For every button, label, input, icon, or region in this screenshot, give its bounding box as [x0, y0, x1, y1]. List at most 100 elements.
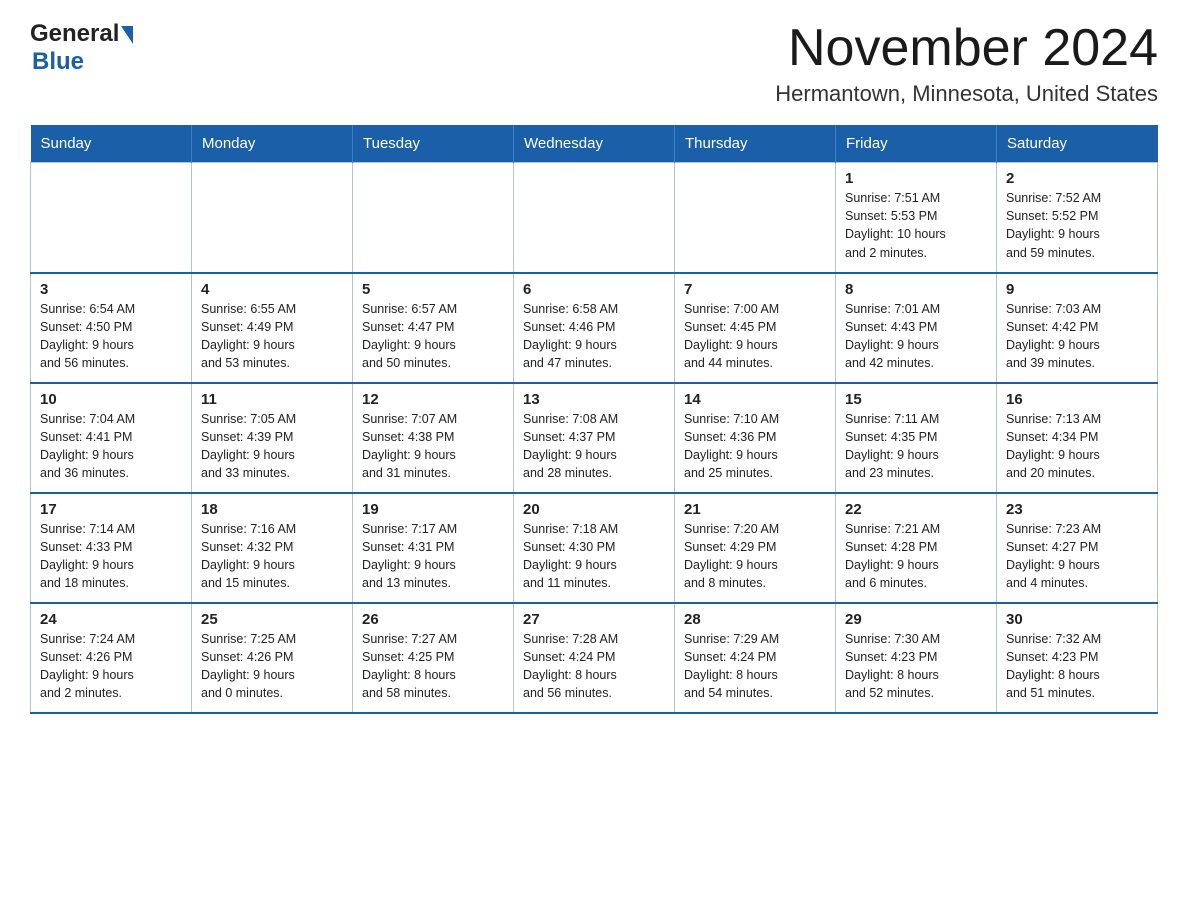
calendar-cell: 26 Sunrise: 7:27 AM Sunset: 4:25 PM Dayli… [353, 603, 514, 713]
day-info: Sunrise: 7:05 AM Sunset: 4:39 PM Dayligh… [201, 410, 343, 483]
title-area: November 2024 Hermantown, Minnesota, Uni… [775, 20, 1158, 107]
day-info: Sunrise: 7:29 AM Sunset: 4:24 PM Dayligh… [684, 630, 826, 703]
day-info: Sunrise: 7:04 AM Sunset: 4:41 PM Dayligh… [40, 410, 182, 483]
calendar-cell: 4 Sunrise: 6:55 AM Sunset: 4:49 PM Daylig… [192, 273, 353, 383]
calendar-cell: 12Sunrise: 7:07 AM Sunset: 4:38 PM Dayli… [353, 383, 514, 493]
day-number: 20 [523, 501, 665, 518]
day-number: 19 [362, 501, 504, 518]
day-info: Sunrise: 7:28 AM Sunset: 4:24 PM Dayligh… [523, 630, 665, 703]
day-info: Sunrise: 7:03 AM Sunset: 4:42 PM Dayligh… [1006, 300, 1148, 373]
day-number: 14 [684, 391, 826, 408]
calendar-cell: 29Sunrise: 7:30 AM Sunset: 4:23 PM Dayli… [836, 603, 997, 713]
day-number: 1 [845, 170, 987, 187]
day-number: 13 [523, 391, 665, 408]
day-number: 11 [201, 391, 343, 408]
day-info: Sunrise: 7:32 AM Sunset: 4:23 PM Dayligh… [1006, 630, 1148, 703]
day-info: Sunrise: 7:20 AM Sunset: 4:29 PM Dayligh… [684, 520, 826, 593]
day-info: Sunrise: 7:17 AM Sunset: 4:31 PM Dayligh… [362, 520, 504, 593]
month-title: November 2024 [775, 20, 1158, 77]
logo: General Blue [30, 20, 133, 76]
day-number: 23 [1006, 501, 1148, 518]
calendar-cell: 25Sunrise: 7:25 AM Sunset: 4:26 PM Dayli… [192, 603, 353, 713]
day-number: 8 [845, 281, 987, 298]
day-number: 5 [362, 281, 504, 298]
day-number: 21 [684, 501, 826, 518]
calendar-cell: 30 Sunrise: 7:32 AM Sunset: 4:23 PM Dayli… [997, 603, 1158, 713]
day-header-friday: Friday [836, 125, 997, 163]
day-header-sunday: Sunday [31, 125, 192, 163]
calendar-cell: 28 Sunrise: 7:29 AM Sunset: 4:24 PM Dayli… [675, 603, 836, 713]
day-info: Sunrise: 6:54 AM Sunset: 4:50 PM Dayligh… [40, 300, 182, 373]
day-number: 3 [40, 281, 182, 298]
day-number: 15 [845, 391, 987, 408]
day-info: Sunrise: 7:24 AM Sunset: 4:26 PM Dayligh… [40, 630, 182, 703]
calendar-cell: 20Sunrise: 7:18 AM Sunset: 4:30 PM Dayli… [514, 493, 675, 603]
calendar-cell: 7 Sunrise: 7:00 AM Sunset: 4:45 PM Daylig… [675, 273, 836, 383]
calendar-week-row: 24 Sunrise: 7:24 AM Sunset: 4:26 PM Dayli… [31, 603, 1158, 713]
calendar-cell: 5 Sunrise: 6:57 AM Sunset: 4:47 PM Daylig… [353, 273, 514, 383]
day-number: 6 [523, 281, 665, 298]
logo-blue-text: Blue [32, 48, 84, 75]
calendar-cell: 16 Sunrise: 7:13 AM Sunset: 4:34 PM Dayli… [997, 383, 1158, 493]
day-number: 29 [845, 611, 987, 628]
calendar-cell: 2 Sunrise: 7:52 AM Sunset: 5:52 PM Daylig… [997, 163, 1158, 273]
logo-general-text: General [30, 20, 119, 48]
calendar-cell: 10 Sunrise: 7:04 AM Sunset: 4:41 PM Dayli… [31, 383, 192, 493]
day-number: 18 [201, 501, 343, 518]
day-info: Sunrise: 7:00 AM Sunset: 4:45 PM Dayligh… [684, 300, 826, 373]
calendar-week-row: 10 Sunrise: 7:04 AM Sunset: 4:41 PM Dayli… [31, 383, 1158, 493]
day-info: Sunrise: 7:14 AM Sunset: 4:33 PM Dayligh… [40, 520, 182, 593]
day-number: 25 [201, 611, 343, 628]
day-info: Sunrise: 7:13 AM Sunset: 4:34 PM Dayligh… [1006, 410, 1148, 483]
day-info: Sunrise: 6:57 AM Sunset: 4:47 PM Dayligh… [362, 300, 504, 373]
calendar-cell [31, 163, 192, 273]
calendar-cell: 23Sunrise: 7:23 AM Sunset: 4:27 PM Dayli… [997, 493, 1158, 603]
day-number: 10 [40, 391, 182, 408]
day-number: 12 [362, 391, 504, 408]
calendar-cell: 21 Sunrise: 7:20 AM Sunset: 4:29 PM Dayli… [675, 493, 836, 603]
day-info: Sunrise: 7:01 AM Sunset: 4:43 PM Dayligh… [845, 300, 987, 373]
calendar-cell [514, 163, 675, 273]
calendar-cell: 11 Sunrise: 7:05 AM Sunset: 4:39 PM Dayli… [192, 383, 353, 493]
calendar-cell: 13 Sunrise: 7:08 AM Sunset: 4:37 PM Dayli… [514, 383, 675, 493]
day-info: Sunrise: 7:11 AM Sunset: 4:35 PM Dayligh… [845, 410, 987, 483]
day-header-monday: Monday [192, 125, 353, 163]
calendar-week-row: 3 Sunrise: 6:54 AM Sunset: 4:50 PM Daylig… [31, 273, 1158, 383]
calendar-cell: 19 Sunrise: 7:17 AM Sunset: 4:31 PM Dayli… [353, 493, 514, 603]
location-title: Hermantown, Minnesota, United States [775, 81, 1158, 107]
day-number: 28 [684, 611, 826, 628]
day-info: Sunrise: 7:21 AM Sunset: 4:28 PM Dayligh… [845, 520, 987, 593]
day-number: 24 [40, 611, 182, 628]
day-number: 4 [201, 281, 343, 298]
calendar-cell: 8 Sunrise: 7:01 AM Sunset: 4:43 PM Daylig… [836, 273, 997, 383]
calendar-cell: 22 Sunrise: 7:21 AM Sunset: 4:28 PM Dayli… [836, 493, 997, 603]
calendar-table: SundayMondayTuesdayWednesdayThursdayFrid… [30, 125, 1158, 714]
day-number: 22 [845, 501, 987, 518]
day-info: Sunrise: 6:58 AM Sunset: 4:46 PM Dayligh… [523, 300, 665, 373]
day-number: 2 [1006, 170, 1148, 187]
calendar-cell: 27 Sunrise: 7:28 AM Sunset: 4:24 PM Dayli… [514, 603, 675, 713]
day-number: 30 [1006, 611, 1148, 628]
day-number: 17 [40, 501, 182, 518]
day-number: 27 [523, 611, 665, 628]
header: General Blue November 2024 Hermantown, M… [30, 20, 1158, 107]
calendar-cell: 9 Sunrise: 7:03 AM Sunset: 4:42 PM Daylig… [997, 273, 1158, 383]
day-info: Sunrise: 7:16 AM Sunset: 4:32 PM Dayligh… [201, 520, 343, 593]
day-number: 9 [1006, 281, 1148, 298]
calendar-cell [353, 163, 514, 273]
day-info: Sunrise: 7:52 AM Sunset: 5:52 PM Dayligh… [1006, 189, 1148, 262]
day-info: Sunrise: 7:27 AM Sunset: 4:25 PM Dayligh… [362, 630, 504, 703]
calendar-cell: 6 Sunrise: 6:58 AM Sunset: 4:46 PM Daylig… [514, 273, 675, 383]
day-info: Sunrise: 7:08 AM Sunset: 4:37 PM Dayligh… [523, 410, 665, 483]
day-header-wednesday: Wednesday [514, 125, 675, 163]
day-info: Sunrise: 6:55 AM Sunset: 4:49 PM Dayligh… [201, 300, 343, 373]
calendar-header-row: SundayMondayTuesdayWednesdayThursdayFrid… [31, 125, 1158, 163]
day-number: 7 [684, 281, 826, 298]
calendar-cell [192, 163, 353, 273]
calendar-cell: 24 Sunrise: 7:24 AM Sunset: 4:26 PM Dayli… [31, 603, 192, 713]
day-number: 26 [362, 611, 504, 628]
day-number: 16 [1006, 391, 1148, 408]
calendar-cell: 14 Sunrise: 7:10 AM Sunset: 4:36 PM Dayli… [675, 383, 836, 493]
calendar-cell: 15 Sunrise: 7:11 AM Sunset: 4:35 PM Dayli… [836, 383, 997, 493]
day-info: Sunrise: 7:10 AM Sunset: 4:36 PM Dayligh… [684, 410, 826, 483]
